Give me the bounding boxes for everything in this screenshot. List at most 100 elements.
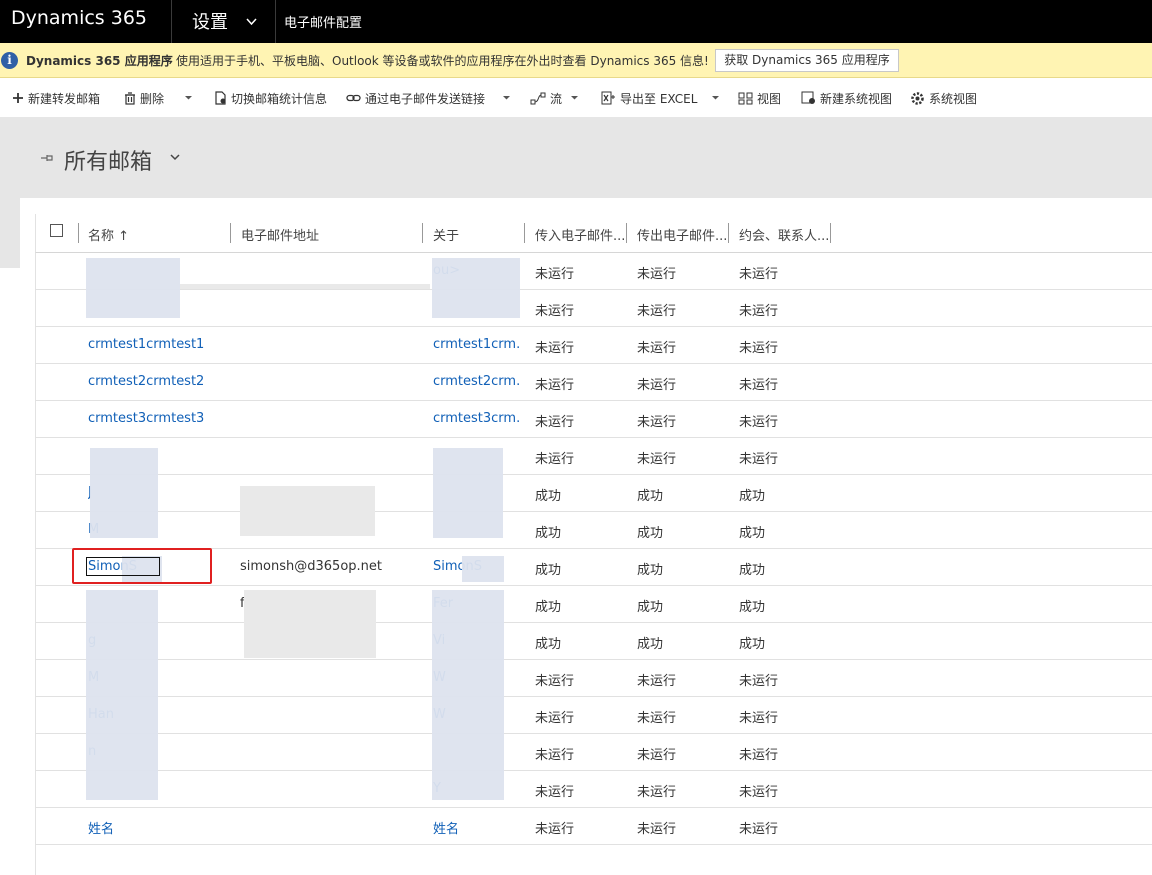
delete-label: 删除: [140, 91, 165, 106]
cell-incoming-status: 成功: [535, 526, 562, 541]
cell-name[interactable]: crmtest2crmtest2: [88, 374, 204, 389]
cell-outgoing-status: 成功: [637, 637, 664, 652]
table-row[interactable]: J成功成功成功: [35, 475, 1152, 512]
cell-name[interactable]: crmtest3crmtest3: [88, 411, 204, 426]
column-divider[interactable]: [230, 223, 231, 243]
redaction-blur: [86, 258, 180, 318]
column-divider[interactable]: [78, 223, 79, 243]
view-title[interactable]: 所有邮箱: [64, 144, 152, 176]
notification-title: Dynamics 365 应用程序: [26, 54, 173, 68]
new-forward-mailbox-label: 新建转发邮箱: [28, 91, 101, 106]
view-label: 视图: [757, 91, 782, 106]
table-row[interactable]: M成功成功成功: [35, 512, 1152, 549]
column-divider[interactable]: [422, 223, 423, 243]
left-gutter: [0, 198, 20, 268]
column-divider[interactable]: [728, 223, 729, 243]
cell-outgoing-status: 未运行: [637, 415, 677, 430]
cell-appointments-status: 成功: [739, 563, 766, 578]
redaction-blur: [432, 258, 520, 318]
cell-appointments-status: 未运行: [739, 785, 779, 800]
cell-about[interactable]: crmtest3crm...: [433, 411, 521, 426]
cell-outgoing-status: 成功: [637, 563, 664, 578]
table-row[interactable]: 姓名 姓名 未运行 未运行 未运行: [35, 808, 1152, 845]
cell-name[interactable]: crmtest1crmtest1: [88, 337, 204, 352]
chevron-down-icon[interactable]: [570, 93, 579, 102]
chevron-down-icon[interactable]: [184, 93, 193, 102]
table-row[interactable]: crmtest1crmtest1 crmtest1crm... 未运行 未运行 未运行: [35, 327, 1152, 364]
new-forward-mailbox-button[interactable]: 新建转发邮箱: [12, 89, 100, 107]
cell-outgoing-status: 未运行: [637, 452, 677, 467]
table-row[interactable]: 未运行 未运行 未运行: [35, 438, 1152, 475]
cell-name[interactable]: 姓名: [88, 818, 114, 837]
notification-message: 使用适用于手机、平板电脑、Outlook 等设备或软件的应用程序在外出时查看 D…: [176, 54, 709, 68]
cell-email: simonsh@d365op.net: [240, 559, 382, 574]
column-divider[interactable]: [626, 223, 627, 243]
cell-about[interactable]: crmtest2crm...: [433, 374, 521, 389]
nav-area-settings[interactable]: 设置: [192, 8, 228, 34]
system-view-button[interactable]: 系统视图: [910, 89, 977, 107]
gear-icon: [911, 91, 924, 105]
export-excel-button[interactable]: 导出至 EXCEL: [601, 89, 697, 107]
cell-incoming-status: 未运行: [535, 711, 575, 726]
cell-incoming-status: 未运行: [535, 452, 575, 467]
column-header-name[interactable]: 名称 ↑: [88, 225, 129, 244]
chevron-down-icon[interactable]: [502, 93, 511, 102]
redaction-blur: [433, 448, 503, 538]
cell-incoming-status: 未运行: [535, 822, 575, 837]
column-header-outgoing[interactable]: 传出电子邮件...: [637, 225, 727, 244]
view-button[interactable]: 视图: [738, 89, 781, 107]
new-system-view-button[interactable]: 新建系统视图: [801, 89, 892, 107]
cell-outgoing-status: 未运行: [637, 674, 677, 689]
table-row[interactable]: gVi成功成功成功: [35, 623, 1152, 660]
email-link-button[interactable]: 通过电子邮件发送链接: [346, 89, 485, 107]
cell-about[interactable]: 姓名: [433, 818, 459, 837]
table-row[interactable]: crmtest3crmtest3 crmtest3crm... 未运行 未运行 未运行: [35, 401, 1152, 438]
system-view-label: 系统视图: [929, 91, 978, 106]
nav-divider: [171, 0, 172, 43]
column-divider[interactable]: [524, 223, 525, 243]
column-header-email[interactable]: 电子邮件地址: [241, 225, 319, 244]
cell-incoming-status: 未运行: [535, 415, 575, 430]
table-row[interactable]: Y未运行未运行未运行: [35, 771, 1152, 808]
table-row[interactable]: crmtest2crmtest2 crmtest2crm... 未运行 未运行 未运行: [35, 364, 1152, 401]
column-divider[interactable]: [830, 223, 831, 243]
cell-outgoing-status: 成功: [637, 600, 664, 615]
select-all-checkbox[interactable]: [50, 224, 63, 237]
table-row[interactable]: n未运行未运行未运行: [35, 734, 1152, 771]
chevron-down-icon[interactable]: [170, 152, 180, 162]
chevron-down-icon[interactable]: [246, 16, 257, 27]
cell-outgoing-status: 成功: [637, 526, 664, 541]
cell-appointments-status: 未运行: [739, 378, 779, 393]
table-row[interactable]: fFer成功成功成功: [35, 586, 1152, 623]
cell-about[interactable]: crmtest1crm...: [433, 337, 521, 352]
cell-outgoing-status: 未运行: [637, 378, 677, 393]
column-header-appointments[interactable]: 约会、联系人...: [739, 225, 829, 244]
switch-mailbox-stats-button[interactable]: 切换邮箱统计信息: [214, 89, 327, 107]
switch-mailbox-stats-label: 切换邮箱统计信息: [231, 91, 328, 106]
cell-incoming-status: 成功: [535, 563, 562, 578]
redaction-blur: [462, 556, 504, 582]
excel-icon: [601, 91, 615, 105]
table-row[interactable]: MW未运行未运行未运行: [35, 660, 1152, 697]
table-row[interactable]: 未运行 未运行 未运行: [35, 290, 1152, 327]
app-notification-bar: i Dynamics 365 应用程序 使用适用于手机、平板电脑、Outlook…: [0, 43, 1152, 78]
cell-appointments-status: 未运行: [739, 748, 779, 763]
flow-button[interactable]: 流: [530, 89, 562, 107]
redaction-blur: [86, 590, 158, 800]
column-header-incoming[interactable]: 传入电子邮件...: [535, 225, 625, 244]
cell-outgoing-status: 未运行: [637, 267, 677, 282]
cell-outgoing-status: 未运行: [637, 748, 677, 763]
redaction-blur: [432, 590, 504, 800]
chevron-down-icon[interactable]: [711, 93, 720, 102]
pin-icon[interactable]: [39, 150, 55, 166]
nav-subarea-email-config[interactable]: 电子邮件配置: [284, 12, 362, 31]
app-brand[interactable]: Dynamics 365: [11, 7, 147, 29]
delete-button[interactable]: 删除: [124, 89, 164, 107]
table-row[interactable]: HanW未运行未运行未运行: [35, 697, 1152, 734]
cell-outgoing-status: 成功: [637, 489, 664, 504]
column-header-about[interactable]: 关于: [433, 225, 459, 244]
grid-header: 名称 ↑ 电子邮件地址 关于 传入电子邮件... 传出电子邮件... 约会、联系…: [35, 214, 1152, 253]
cell-incoming-status: 未运行: [535, 785, 575, 800]
get-app-button[interactable]: 获取 Dynamics 365 应用程序: [715, 49, 899, 72]
cell-outgoing-status: 未运行: [637, 711, 677, 726]
